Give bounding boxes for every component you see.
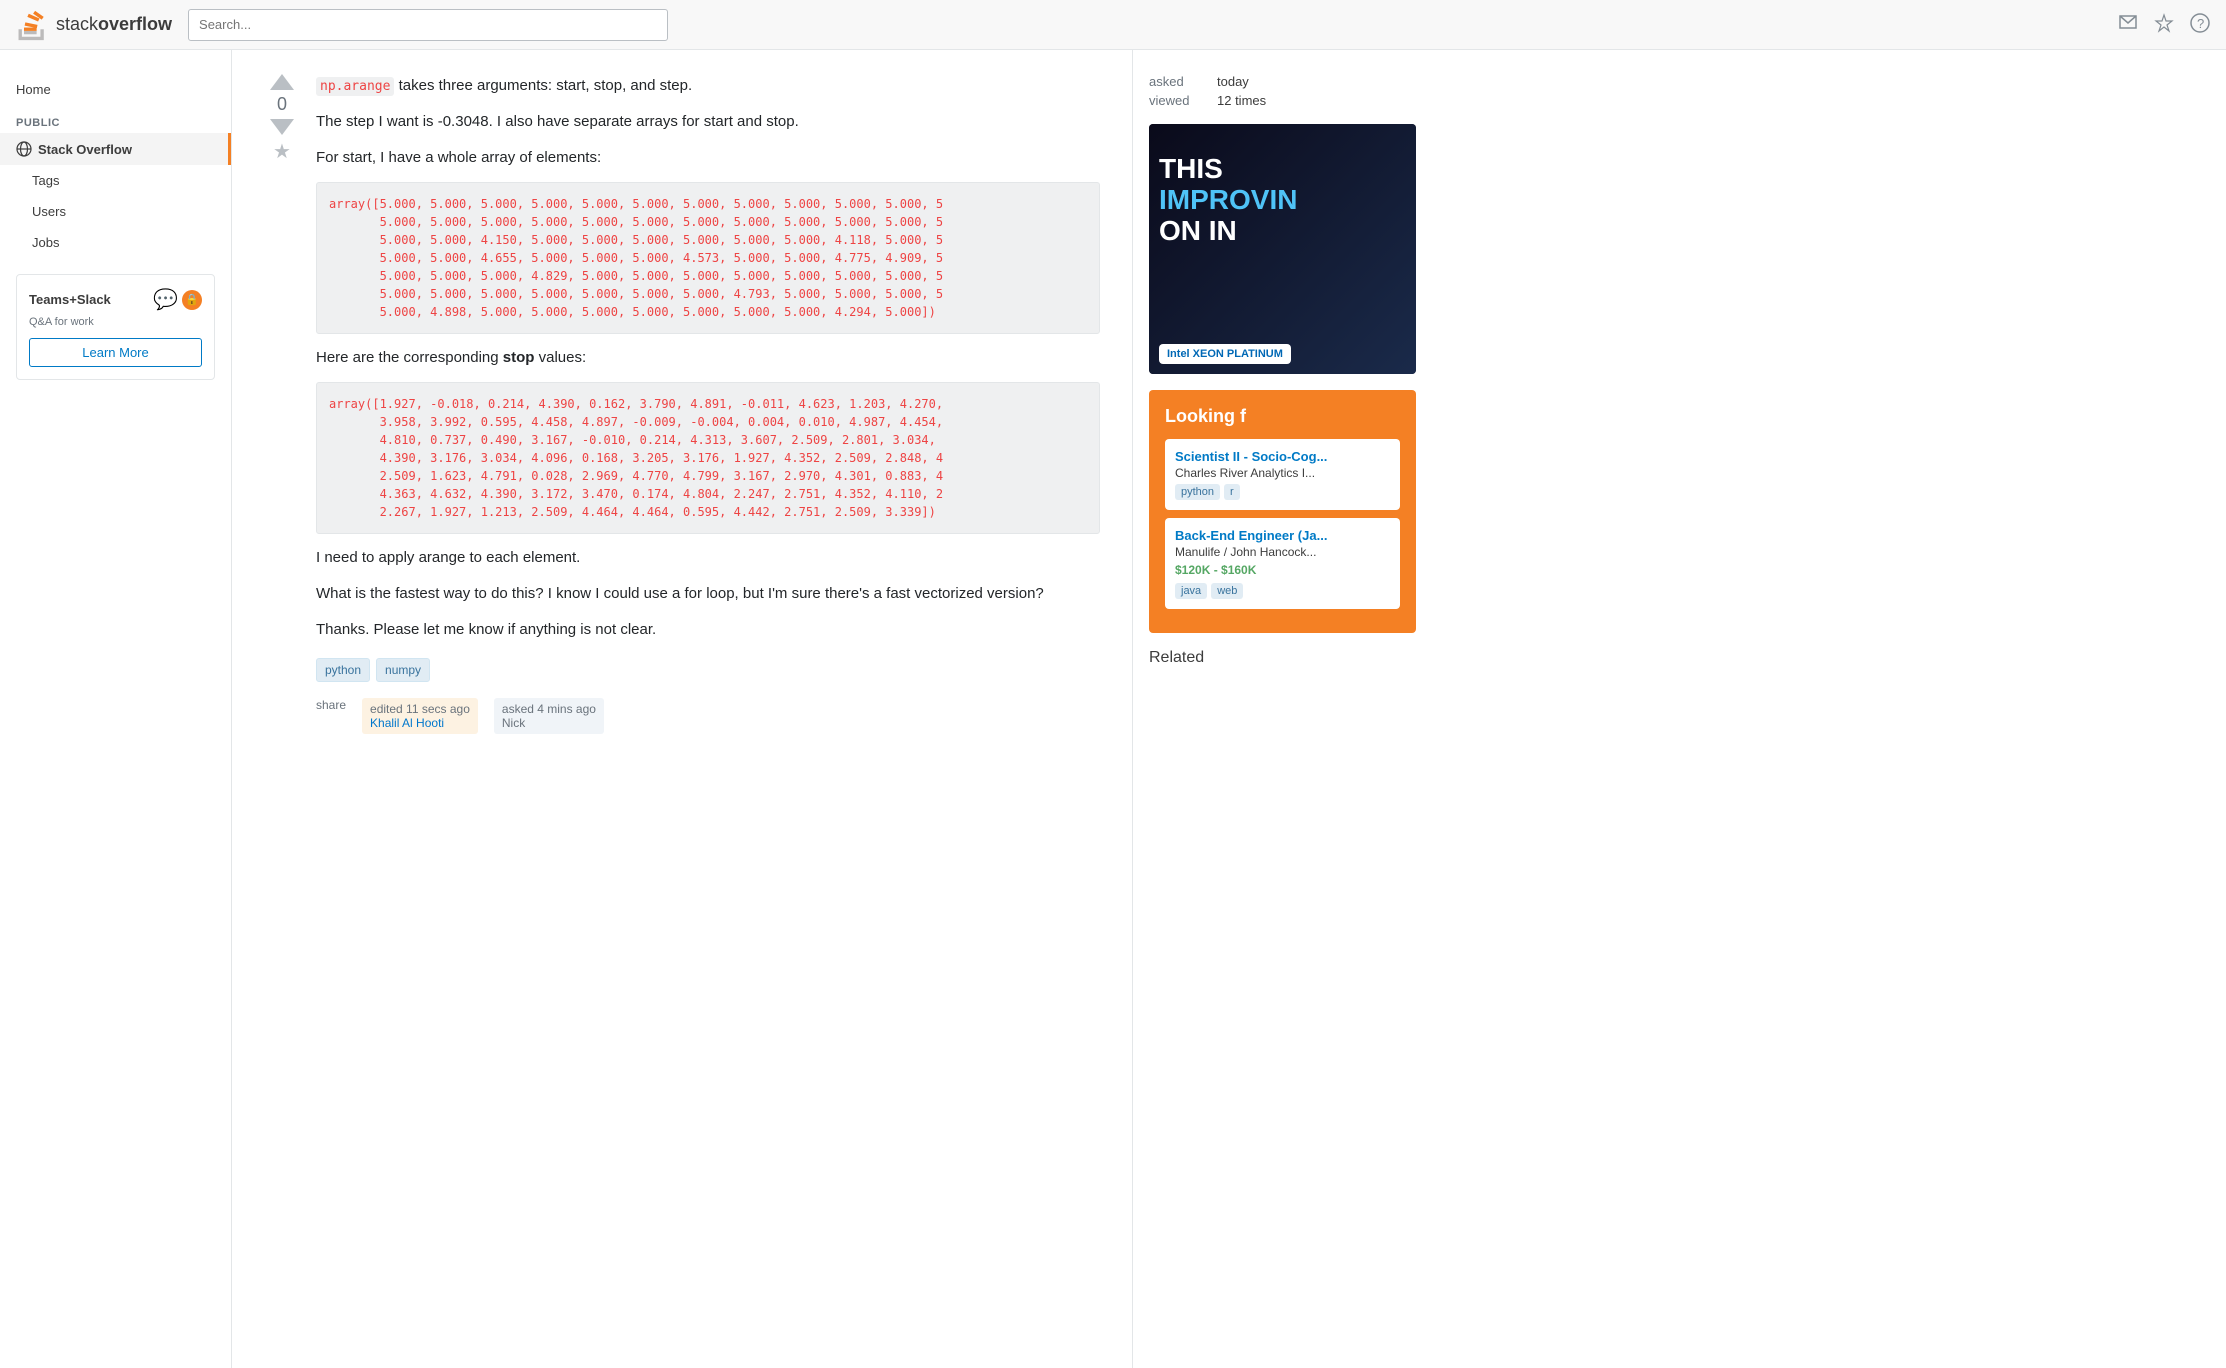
logo-link[interactable]: stackoverflow — [16, 9, 172, 41]
edit-info: edited 11 secs ago Khalil Al Hooti — [362, 698, 478, 734]
teams-slack-title: Teams+Slack — [29, 292, 111, 307]
question-para5: I need to apply arange to each element. — [316, 546, 1100, 570]
job2-salary: $120K - $160K — [1175, 563, 1390, 577]
vote-up-button[interactable] — [270, 74, 294, 90]
bookmark-button[interactable]: ★ — [273, 139, 291, 164]
job2-company: Manulife / John Hancock... — [1175, 545, 1390, 559]
asked-label: asked — [1149, 74, 1209, 89]
vote-column: 0 ★ — [264, 74, 300, 734]
question-body: np.arange takes three arguments: start, … — [316, 74, 1100, 734]
layout: Home PUBLIC Stack Overflow Tags Users Jo… — [0, 50, 2226, 1368]
inbox-icon[interactable] — [2118, 13, 2138, 36]
svg-text:?: ? — [2197, 16, 2204, 31]
asker-name: Nick — [502, 716, 525, 730]
sidebar-item-tags[interactable]: Tags — [0, 165, 231, 196]
editor-link[interactable]: Khalil Al Hooti — [370, 716, 444, 730]
job1-title[interactable]: Scientist II - Socio-Cog... — [1175, 449, 1390, 464]
tag-python[interactable]: python — [316, 658, 370, 682]
question-para1: np.arange takes three arguments: start, … — [316, 74, 1100, 98]
right-sidebar: asked today viewed 12 times THIS IMPROVI… — [1132, 50, 1432, 1368]
job2-tag-java[interactable]: java — [1175, 583, 1207, 599]
sidebar-item-stackoverflow[interactable]: Stack Overflow — [0, 133, 231, 165]
question-para2: The step I want is -0.3048. I also have … — [316, 110, 1100, 134]
question-para7: Thanks. Please let me know if anything i… — [316, 618, 1100, 642]
logo-text: stackoverflow — [56, 14, 172, 35]
help-icon[interactable]: ? — [2190, 13, 2210, 36]
teams-slack-box: Teams+Slack 💬 🔒 Q&A for work Learn More — [16, 274, 215, 380]
job1-company: Charles River Analytics I... — [1175, 466, 1390, 480]
vote-count: 0 — [277, 94, 287, 115]
tag-numpy[interactable]: numpy — [376, 658, 430, 682]
main-content: 0 ★ np.arange takes three arguments: sta… — [232, 50, 1132, 1368]
logo-icon — [16, 9, 48, 41]
intel-badge: Intel XEON PLATINUM — [1159, 344, 1291, 364]
jobs-banner-title: Looking f — [1165, 406, 1400, 427]
ad-banner-text: THIS IMPROVIN ON IN — [1159, 154, 1297, 246]
learn-more-button[interactable]: Learn More — [29, 338, 202, 367]
job2-tag-web[interactable]: web — [1211, 583, 1243, 599]
share-button[interactable]: share — [316, 698, 346, 712]
job2-title[interactable]: Back-End Engineer (Ja... — [1175, 528, 1390, 543]
viewed-label: viewed — [1149, 93, 1209, 108]
question-para3: For start, I have a whole array of eleme… — [316, 146, 1100, 170]
asked-section: asked today viewed 12 times — [1149, 74, 1416, 108]
sidebar-item-jobs[interactable]: Jobs — [0, 227, 231, 258]
sidebar: Home PUBLIC Stack Overflow Tags Users Jo… — [0, 50, 232, 1368]
inline-code-nparange: np.arange — [316, 77, 394, 96]
header-right: ? — [2118, 13, 2210, 36]
question-para6: What is the fastest way to do this? I kn… — [316, 582, 1100, 606]
question-para4: Here are the corresponding stop values: — [316, 346, 1100, 370]
asked-info: asked 4 mins ago Nick — [494, 698, 604, 734]
sidebar-item-users[interactable]: Users — [0, 196, 231, 227]
viewed-value: 12 times — [1217, 93, 1266, 108]
job-item-2[interactable]: Back-End Engineer (Ja... Manulife / John… — [1165, 518, 1400, 609]
job1-tag-r[interactable]: r — [1224, 484, 1240, 500]
achievements-icon[interactable] — [2154, 13, 2174, 36]
lock-icon: 🔒 — [182, 290, 202, 310]
code-block-stop: array([1.927, -0.018, 0.214, 4.390, 0.16… — [316, 382, 1100, 534]
teams-slack-subtitle: Q&A for work — [29, 316, 202, 328]
job1-tag-python[interactable]: python — [1175, 484, 1220, 500]
vote-down-button[interactable] — [270, 119, 294, 135]
question-area: 0 ★ np.arange takes three arguments: sta… — [264, 74, 1100, 734]
job2-tags: java web — [1175, 583, 1390, 599]
tags-area: python numpy — [316, 658, 1100, 682]
post-footer: share edited 11 secs ago Khalil Al Hooti… — [316, 698, 1100, 734]
ad-banner-jobs: Looking f Scientist II - Socio-Cog... Ch… — [1149, 390, 1416, 633]
code-block-start: array([5.000, 5.000, 5.000, 5.000, 5.000… — [316, 182, 1100, 334]
ad-banner-intel[interactable]: THIS IMPROVIN ON IN Intel XEON PLATINUM — [1149, 124, 1416, 374]
sidebar-section-public: PUBLIC — [0, 105, 231, 133]
sidebar-item-home[interactable]: Home — [0, 74, 231, 105]
related-title: Related — [1149, 649, 1416, 667]
job-item-1[interactable]: Scientist II - Socio-Cog... Charles Rive… — [1165, 439, 1400, 510]
search-input[interactable] — [188, 9, 668, 41]
globe-icon — [16, 141, 32, 157]
chat-icon: 💬 — [153, 287, 178, 312]
job1-tags: python r — [1175, 484, 1390, 500]
asked-value: today — [1217, 74, 1249, 89]
teams-slack-icons: 💬 🔒 — [153, 287, 202, 312]
header: stackoverflow ? — [0, 0, 2226, 50]
